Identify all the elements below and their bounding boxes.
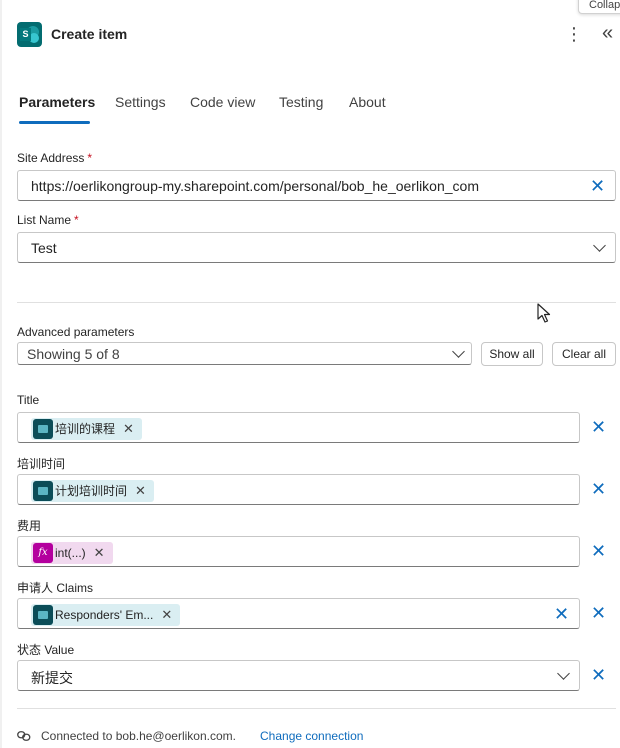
tab-testing[interactable]: Testing xyxy=(279,94,323,110)
remove-training-time-param-icon[interactable]: ✕ xyxy=(591,480,606,498)
panel-header: S Create item ⋮ « xyxy=(17,22,617,48)
applicant-claims-param-input[interactable]: Responders' Em... ✕ ✕ xyxy=(17,598,580,629)
clear-applicant-claims-icon[interactable]: ✕ xyxy=(554,605,569,623)
dataverse-icon xyxy=(33,481,53,501)
remove-token-icon[interactable]: ✕ xyxy=(94,545,105,560)
required-marker: * xyxy=(87,151,93,165)
chevron-down-icon xyxy=(557,667,570,680)
applicant-claims-param-label: 申请人 Claims xyxy=(17,581,94,595)
change-connection-link[interactable]: Change connection xyxy=(260,729,363,743)
title-param-input[interactable]: 培训的课程 ✕ xyxy=(17,412,580,443)
advanced-parameters-value: Showing 5 of 8 xyxy=(27,346,120,362)
title-param-label: Title xyxy=(17,393,40,407)
site-address-input[interactable]: https://oerlikongroup-my.sharepoint.com/… xyxy=(17,170,616,201)
dynamic-content-token[interactable]: Responders' Em... ✕ xyxy=(31,604,181,626)
tab-settings[interactable]: Settings xyxy=(115,94,166,110)
more-options-icon[interactable]: ⋮ xyxy=(565,25,583,43)
training-time-param-input[interactable]: 计划培训时间 ✕ xyxy=(17,474,580,505)
status-param-label: 状态 Value xyxy=(17,643,75,657)
advanced-parameters-dropdown[interactable]: Showing 5 of 8 xyxy=(17,342,472,365)
tab-about[interactable]: About xyxy=(349,94,386,110)
status-dropdown[interactable]: 新提交 xyxy=(17,660,580,691)
chevron-down-icon xyxy=(593,239,606,252)
remove-status-param-icon[interactable]: ✕ xyxy=(591,666,606,684)
cost-param-input[interactable]: fx int(...) ✕ xyxy=(17,536,580,567)
required-marker: * xyxy=(74,213,79,227)
chevron-down-icon xyxy=(452,345,465,358)
list-name-dropdown[interactable]: Test xyxy=(17,232,616,263)
connected-account-text: Connected to bob.he@oerlikon.com. xyxy=(41,729,236,743)
fx-icon: fx xyxy=(33,543,53,563)
dataverse-icon xyxy=(33,605,53,625)
section-divider xyxy=(17,302,616,303)
site-address-value: https://oerlikongroup-my.sharepoint.com/… xyxy=(31,178,479,194)
tab-parameters[interactable]: Parameters xyxy=(19,94,95,110)
cost-param-label: 费用 xyxy=(17,519,42,533)
clear-all-button[interactable]: Clear all xyxy=(552,342,616,366)
tab-code-view[interactable]: Code view xyxy=(190,94,255,110)
sharepoint-icon: S xyxy=(17,22,42,47)
connection-icon xyxy=(17,731,31,741)
remove-cost-param-icon[interactable]: ✕ xyxy=(591,542,606,560)
remove-applicant-claims-param-icon[interactable]: ✕ xyxy=(591,604,606,622)
remove-title-param-icon[interactable]: ✕ xyxy=(591,418,606,436)
action-title[interactable]: Create item xyxy=(51,26,127,42)
remove-token-icon[interactable]: ✕ xyxy=(135,483,146,498)
dataverse-icon xyxy=(33,419,53,439)
panel-left-edge xyxy=(0,0,2,748)
remove-token-icon[interactable]: ✕ xyxy=(123,421,134,436)
training-time-param-label: 培训时间 xyxy=(17,457,66,471)
collapse-tooltip: Collapse xyxy=(578,0,620,14)
status-value: 新提交 xyxy=(31,670,73,686)
site-address-label: Site Address * xyxy=(17,151,93,165)
footer-divider xyxy=(17,708,616,709)
active-tab-indicator xyxy=(19,121,90,124)
clear-site-address-icon[interactable]: ✕ xyxy=(590,177,605,195)
list-name-label: List Name * xyxy=(17,213,79,227)
dynamic-content-token[interactable]: 计划培训时间 ✕ xyxy=(31,480,154,502)
collapse-panel-icon[interactable]: « xyxy=(602,22,613,44)
advanced-parameters-label: Advanced parameters xyxy=(17,325,135,339)
list-name-value: Test xyxy=(31,240,57,256)
remove-token-icon[interactable]: ✕ xyxy=(161,607,172,622)
dynamic-content-token[interactable]: 培训的课程 ✕ xyxy=(31,418,142,440)
show-all-button[interactable]: Show all xyxy=(481,342,543,366)
mouse-cursor-icon xyxy=(537,303,551,323)
expression-token[interactable]: fx int(...) ✕ xyxy=(31,542,113,564)
